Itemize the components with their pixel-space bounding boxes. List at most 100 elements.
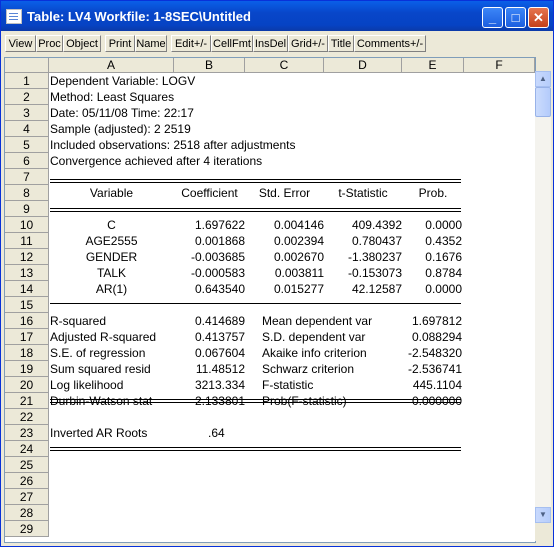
print-button[interactable]: Print bbox=[105, 35, 135, 52]
row-number[interactable]: 14 bbox=[5, 281, 49, 297]
stat-value: -2.548320 bbox=[407, 346, 462, 360]
row-number[interactable]: 4 bbox=[5, 121, 49, 137]
row-number[interactable]: 26 bbox=[5, 473, 49, 489]
stat-label: Adjusted R-squared bbox=[50, 330, 157, 344]
column-label: Coefficient bbox=[181, 186, 238, 200]
column-header-e[interactable]: E bbox=[402, 58, 464, 73]
name-button[interactable]: Name bbox=[135, 35, 167, 52]
stat-value: 2.133801 bbox=[194, 394, 245, 408]
output-header-line: Convergence achieved after 4 iterations bbox=[50, 154, 263, 168]
stat-value: 0.088294 bbox=[411, 330, 462, 344]
coef-tstat: 0.780437 bbox=[351, 234, 402, 248]
resize-corner[interactable] bbox=[535, 523, 551, 541]
title-button[interactable]: Title bbox=[328, 35, 354, 52]
coef-prob: 0.8784 bbox=[425, 266, 462, 280]
table-rule bbox=[50, 179, 461, 180]
column-label: Variable bbox=[89, 186, 134, 200]
row-number[interactable]: 12 bbox=[5, 249, 49, 265]
row-number[interactable]: 29 bbox=[5, 521, 49, 537]
output-header-line: Date: 05/11/08 Time: 22:17 bbox=[50, 106, 194, 120]
stat-value: 0.000000 bbox=[411, 394, 462, 408]
toolbar: View Proc Object Print Name Edit+/- Cell… bbox=[3, 33, 551, 53]
row-number[interactable]: 17 bbox=[5, 329, 49, 345]
coef-tstat: -0.153073 bbox=[347, 266, 402, 280]
row-number[interactable]: 16 bbox=[5, 313, 49, 329]
comments-button[interactable]: Comments+/- bbox=[354, 35, 426, 52]
column-label: t-Statistic bbox=[338, 186, 388, 200]
row-number[interactable]: 7 bbox=[5, 169, 49, 185]
row-number[interactable]: 23 bbox=[5, 425, 49, 441]
table-icon bbox=[6, 9, 22, 24]
coef-prob: 0.0000 bbox=[425, 218, 462, 232]
coef-value: -0.003685 bbox=[190, 250, 245, 264]
spreadsheet-grid[interactable]: A B C D E F 1 2 3 4 5 6 7 8 9 10 11 12 1… bbox=[4, 57, 536, 543]
coef-stderr: 0.004146 bbox=[273, 218, 324, 232]
row-number[interactable]: 9 bbox=[5, 201, 49, 217]
table-rule bbox=[50, 211, 461, 212]
stat-value: 445.1104 bbox=[412, 378, 462, 392]
stat-value: 0.414689 bbox=[194, 314, 245, 328]
row-number[interactable]: 20 bbox=[5, 377, 49, 393]
row-number[interactable]: 6 bbox=[5, 153, 49, 169]
stat-label: S.E. of regression bbox=[50, 346, 146, 360]
row-number[interactable]: 27 bbox=[5, 489, 49, 505]
coef-prob: 0.4352 bbox=[425, 234, 462, 248]
stat-value: -2.536741 bbox=[407, 362, 462, 376]
row-number[interactable]: 22 bbox=[5, 409, 49, 425]
edit-button[interactable]: Edit+/- bbox=[171, 35, 211, 52]
row-number[interactable]: 3 bbox=[5, 105, 49, 121]
table-rule bbox=[50, 182, 461, 183]
stat-label: Prob(F-statistic) bbox=[262, 394, 347, 408]
row-number[interactable]: 10 bbox=[5, 217, 49, 233]
stat-value: 0.067604 bbox=[194, 346, 245, 360]
stat-label: Mean dependent var bbox=[262, 314, 373, 328]
row-number[interactable]: 2 bbox=[5, 89, 49, 105]
row-number[interactable]: 25 bbox=[5, 457, 49, 473]
output-header-line: Included observations: 2518 after adjust… bbox=[50, 138, 296, 152]
stat-value: 11.48512 bbox=[195, 362, 245, 376]
output-header-line: Method: Least Squares bbox=[50, 90, 175, 104]
view-button[interactable]: View bbox=[5, 35, 36, 52]
object-button[interactable]: Object bbox=[63, 35, 101, 52]
row-number[interactable]: 8 bbox=[5, 185, 49, 201]
row-number[interactable]: 1 bbox=[5, 73, 49, 89]
stat-value: 1.697812 bbox=[411, 314, 462, 328]
column-label: Std. Error bbox=[258, 186, 311, 200]
grid-button[interactable]: Grid+/- bbox=[288, 35, 328, 52]
row-number[interactable]: 24 bbox=[5, 441, 49, 457]
stat-label: Durbin-Watson stat bbox=[50, 394, 153, 408]
stat-label: R-squared bbox=[50, 314, 107, 328]
coef-tstat: 409.4392 bbox=[351, 218, 402, 232]
row-number[interactable]: 11 bbox=[5, 233, 49, 249]
insdel-button[interactable]: InsDel bbox=[253, 35, 288, 52]
row-number[interactable]: 28 bbox=[5, 505, 49, 521]
vertical-scrollbar[interactable]: ▲ ▼ bbox=[535, 71, 551, 523]
row-number[interactable]: 5 bbox=[5, 137, 49, 153]
column-header-d[interactable]: D bbox=[324, 58, 402, 73]
output-header-line: Dependent Variable: LOGV bbox=[50, 74, 196, 88]
minimize-button[interactable]: _ bbox=[482, 7, 503, 28]
scroll-down-button[interactable]: ▼ bbox=[535, 507, 551, 523]
scroll-thumb[interactable] bbox=[535, 87, 551, 117]
row-number[interactable]: 19 bbox=[5, 361, 49, 377]
coef-variable: C bbox=[107, 218, 116, 232]
coef-variable: AGE2555 bbox=[85, 234, 138, 248]
scroll-up-button[interactable]: ▲ bbox=[535, 71, 551, 87]
column-header-a[interactable]: A bbox=[49, 58, 174, 73]
row-number[interactable]: 13 bbox=[5, 265, 49, 281]
close-button[interactable]: ✕ bbox=[528, 7, 549, 28]
maximize-button[interactable]: □ bbox=[505, 7, 526, 28]
row-number[interactable]: 18 bbox=[5, 345, 49, 361]
coef-tstat: -1.380237 bbox=[347, 250, 402, 264]
column-header-f[interactable]: F bbox=[464, 58, 535, 73]
column-header-b[interactable]: B bbox=[174, 58, 245, 73]
column-header-c[interactable]: C bbox=[245, 58, 324, 73]
output-header-line: Sample (adjusted): 2 2519 bbox=[50, 122, 191, 136]
proc-button[interactable]: Proc bbox=[36, 35, 63, 52]
row-number[interactable]: 15 bbox=[5, 297, 49, 313]
cellfmt-button[interactable]: CellFmt bbox=[211, 35, 253, 52]
title-bar[interactable]: Table: LV4 Workfile: 1-8SEC\Untitled _ □… bbox=[1, 1, 553, 31]
coef-value: 0.643540 bbox=[194, 282, 245, 296]
table-rule bbox=[50, 447, 461, 448]
row-number[interactable]: 21 bbox=[5, 393, 49, 409]
